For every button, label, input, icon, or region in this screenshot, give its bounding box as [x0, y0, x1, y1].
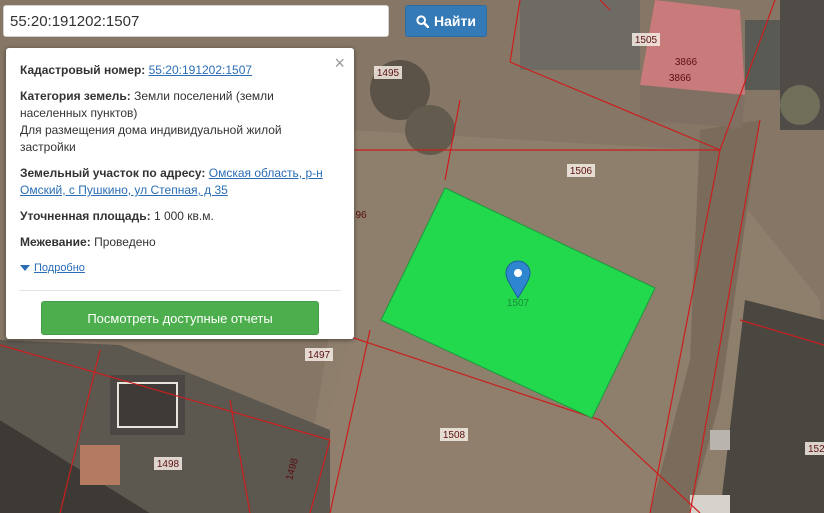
address-row: Земельный участок по адресу: Омская обла…	[20, 165, 340, 199]
parcel-label-3866b: 3866	[669, 73, 692, 84]
triangle-down-icon	[20, 265, 30, 272]
parcel-label-1506: 1506	[567, 164, 595, 177]
search-button-label: Найти	[434, 13, 476, 29]
search-input[interactable]	[3, 5, 389, 37]
search-button[interactable]: Найти	[405, 5, 487, 37]
parcel-label-96: 96	[355, 210, 367, 221]
parcel-label-1495: 1495	[374, 66, 402, 79]
land-category-label: Категория земель:	[20, 89, 131, 103]
parcel-label-152: 152	[805, 442, 824, 455]
svg-text:1495: 1495	[377, 68, 400, 79]
parcel-label-1498: 1498	[154, 457, 182, 470]
svg-text:1508: 1508	[443, 430, 466, 441]
svg-text:1497: 1497	[308, 350, 331, 361]
survey-label: Межевание:	[20, 235, 91, 249]
details-link[interactable]: Подробно	[34, 262, 85, 274]
survey-row: Межевание: Проведено	[20, 234, 340, 251]
parcel-label-1508: 1508	[440, 428, 468, 441]
area-value: 1 000 кв.м.	[153, 209, 214, 223]
parcel-label-1505: 1505	[632, 33, 660, 46]
divider	[19, 290, 341, 291]
land-usage-value: Для размещения дома индивидуальной жилой…	[20, 123, 282, 154]
address-label: Земельный участок по адресу:	[20, 166, 206, 180]
svg-text:1505: 1505	[635, 35, 658, 46]
cadastral-number-label: Кадастровый номер:	[20, 63, 146, 77]
details-toggle[interactable]: Подробно	[20, 260, 340, 277]
search-icon	[416, 14, 430, 28]
svg-text:1506: 1506	[570, 166, 593, 177]
cadastral-number-row: Кадастровый номер: 55:20:191202:1507	[20, 62, 340, 79]
close-icon[interactable]: ×	[334, 54, 345, 72]
svg-text:3866: 3866	[669, 73, 692, 84]
svg-text:1498: 1498	[157, 459, 180, 470]
view-reports-button[interactable]: Посмотреть доступные отчеты	[41, 301, 319, 335]
svg-text:96: 96	[355, 210, 367, 221]
svg-text:3866: 3866	[675, 57, 698, 68]
area-label: Уточненная площадь:	[20, 209, 151, 223]
svg-text:1507: 1507	[507, 298, 530, 309]
land-category-row: Категория земель: Земли поселений (земли…	[20, 88, 340, 156]
area-row: Уточненная площадь: 1 000 кв.м.	[20, 208, 340, 225]
survey-value: Проведено	[94, 235, 156, 249]
svg-text:152: 152	[808, 444, 824, 455]
parcel-label-1507: 1507	[507, 298, 530, 309]
parcel-info-popup: × Кадастровый номер: 55:20:191202:1507 К…	[6, 48, 354, 339]
parcel-label-1497: 1497	[305, 348, 333, 361]
cadastral-number-link[interactable]: 55:20:191202:1507	[149, 63, 252, 77]
parcel-label-3866a: 3866	[675, 57, 698, 68]
